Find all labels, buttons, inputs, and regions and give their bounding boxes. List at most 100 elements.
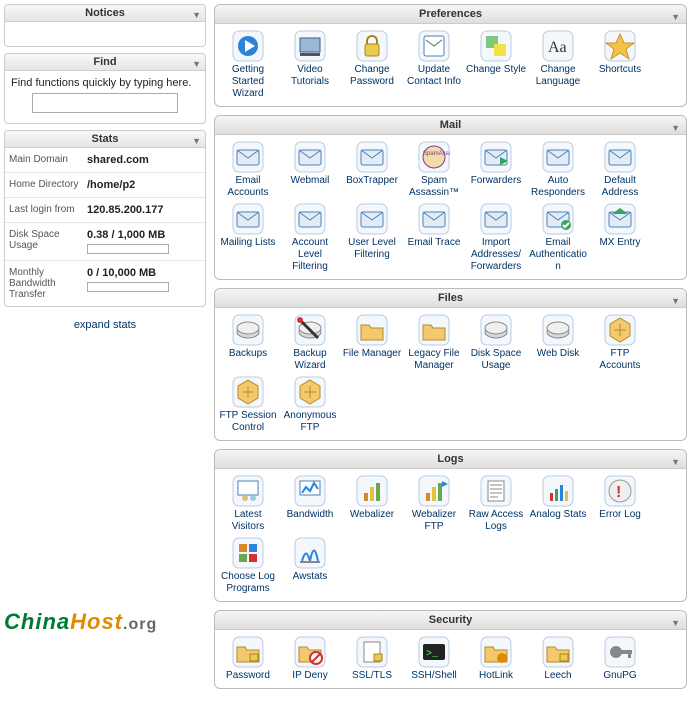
panel-body: BackupsBackup WizardFile ManagerLegacy F… [215, 308, 686, 440]
stats-key: Last login from [5, 198, 83, 223]
launcher-file-manager[interactable]: File Manager [341, 312, 403, 374]
panel-header: Logs▼ [215, 450, 686, 469]
launcher-anonymous-ftp[interactable]: Anonymous FTP [279, 374, 341, 436]
collapse-icon[interactable]: ▼ [671, 119, 680, 137]
launcher-analog-stats[interactable]: Analog Stats [527, 473, 589, 535]
launcher-label: Email Accounts [217, 175, 279, 199]
collapse-icon[interactable]: ▼ [671, 453, 680, 471]
stats-table: Main Domainshared.comHome Directory/home… [5, 148, 205, 306]
launcher-label: Import Addresses/ Forwarders [465, 237, 527, 273]
visitors-icon [232, 475, 264, 507]
launcher-gnupg[interactable]: GnuPG [589, 634, 651, 684]
launcher-email-auth[interactable]: Email Authentication [527, 201, 589, 275]
video-icon [294, 30, 326, 62]
launcher-hotlink[interactable]: HotLink [465, 634, 527, 684]
collapse-icon[interactable]: ▼ [671, 292, 680, 310]
launcher-getting-started-wizard[interactable]: Getting Started Wizard [217, 28, 279, 102]
launcher-ftp-session-control[interactable]: FTP Session Control [217, 374, 279, 436]
launcher-web-disk[interactable]: Web Disk [527, 312, 589, 374]
mail-icon [232, 141, 264, 173]
launcher-change-style[interactable]: Change Style [465, 28, 527, 102]
launcher-change-language[interactable]: AaChange Language [527, 28, 589, 102]
panel-files: Files▼BackupsBackup WizardFile ManagerLe… [214, 288, 687, 441]
stats-row: Home Directory/home/p2 [5, 173, 205, 198]
list-icon [232, 203, 264, 235]
launcher-label: Analog Stats [527, 509, 589, 521]
launcher-raw-access-logs[interactable]: Raw Access Logs [465, 473, 527, 535]
launcher-disk-space-usage[interactable]: Disk Space Usage [465, 312, 527, 374]
launcher-video-tutorials[interactable]: Video Tutorials [279, 28, 341, 102]
launcher-ip-deny[interactable]: IP Deny [279, 634, 341, 684]
launcher-email-trace[interactable]: Email Trace [403, 201, 465, 275]
find-input[interactable] [32, 93, 178, 113]
bwizard-icon [294, 314, 326, 346]
launcher-awstats[interactable]: Awstats [279, 535, 341, 597]
expand-stats-link[interactable]: expand stats [4, 313, 206, 337]
launcher-choose-log-programs[interactable]: Choose Log Programs [217, 535, 279, 597]
launcher-ftp-accounts[interactable]: FTP Accounts [589, 312, 651, 374]
stats-value: /home/p2 [83, 173, 205, 198]
filter-icon [294, 203, 326, 235]
launcher-backup-wizard[interactable]: Backup Wizard [279, 312, 341, 374]
launcher-label: Anonymous FTP [279, 410, 341, 434]
launcher-label: Web Disk [527, 348, 589, 360]
launcher-error-log[interactable]: !Error Log [589, 473, 651, 535]
panel-title: Preferences [419, 8, 482, 20]
collapse-icon[interactable]: ▼ [192, 133, 201, 149]
stats-key: Monthly Bandwidth Transfer [5, 261, 83, 307]
launcher-bandwidth[interactable]: Bandwidth [279, 473, 341, 535]
launcher-ssh-shell[interactable]: >_SSH/Shell [403, 634, 465, 684]
launcher-label: Awstats [279, 571, 341, 583]
main-content: Preferences ▼ Getting Started WizardVideo … [208, 0, 691, 701]
launcher-label: Webalizer [341, 509, 403, 521]
launcher-mx-entry[interactable]: MX Entry [589, 201, 651, 275]
collapse-icon[interactable]: ▼ [671, 614, 680, 632]
launcher-legacy-file-manager[interactable]: Legacy File Manager [403, 312, 465, 374]
choose-icon [232, 537, 264, 569]
panel-body: PasswordIP DenySSL/TLS>_SSH/ShellHotLink… [215, 630, 686, 688]
launcher-boxtrapper[interactable]: BoxTrapper [341, 139, 403, 201]
launcher-label: Update Contact Info [403, 64, 465, 88]
stats-row: Last login from120.85.200.177 [5, 198, 205, 223]
collapse-icon[interactable]: ▼ [671, 8, 680, 26]
launcher-update-contact-info[interactable]: Update Contact Info [403, 28, 465, 102]
launcher-user-filtering[interactable]: User Level Filtering [341, 201, 403, 275]
launcher-account-filtering[interactable]: Account Level Filtering [279, 201, 341, 275]
panel-logs: Logs▼ Latest VisitorsBandwidthWebalizerWe… [214, 449, 687, 602]
panel-title: Files [438, 292, 463, 304]
notices-module: Notices ▼ [4, 4, 206, 47]
launcher-password-protect[interactable]: Password [217, 634, 279, 684]
launcher-spam-assassin[interactable]: SpamAssassinSpam Assassin™ [403, 139, 465, 201]
collapse-icon[interactable]: ▼ [192, 56, 201, 72]
launcher-webalizer[interactable]: Webalizer [341, 473, 403, 535]
launcher-shortcuts[interactable]: Shortcuts [589, 28, 651, 102]
launcher-label: SSH/Shell [403, 670, 465, 682]
launcher-auto-responders[interactable]: Auto Responders [527, 139, 589, 201]
launcher-change-password[interactable]: Change Password [341, 28, 403, 102]
launcher-email-accounts[interactable]: Email Accounts [217, 139, 279, 201]
contact-icon [418, 30, 450, 62]
folder2-icon [418, 314, 450, 346]
launcher-latest-visitors[interactable]: Latest Visitors [217, 473, 279, 535]
hot-icon [480, 636, 512, 668]
launcher-leech[interactable]: Leech [527, 634, 589, 684]
launcher-label: Choose Log Programs [217, 571, 279, 595]
launcher-webalizer-ftp[interactable]: Webalizer FTP [403, 473, 465, 535]
launcher-label: Disk Space Usage [465, 348, 527, 372]
panel-header: Files ▼ [215, 289, 686, 308]
launcher-default-address[interactable]: Default Address [589, 139, 651, 201]
collapse-icon[interactable]: ▼ [192, 7, 201, 23]
launcher-label: FTP Session Control [217, 410, 279, 434]
launcher-webmail[interactable]: Webmail [279, 139, 341, 201]
trace-icon [418, 203, 450, 235]
launcher-ssl-tls[interactable]: SSL/TLS [341, 634, 403, 684]
find-title: Find [93, 56, 116, 68]
launcher-import-addresses[interactable]: Import Addresses/ Forwarders [465, 201, 527, 275]
launcher-forwarders[interactable]: Forwarders [465, 139, 527, 201]
stats-value: shared.com [83, 148, 205, 173]
find-header: Find ▼ [5, 54, 205, 71]
folder-icon [356, 314, 388, 346]
launcher-backups[interactable]: Backups [217, 312, 279, 374]
launcher-mailing-lists[interactable]: Mailing Lists [217, 201, 279, 275]
mx-icon [604, 203, 636, 235]
